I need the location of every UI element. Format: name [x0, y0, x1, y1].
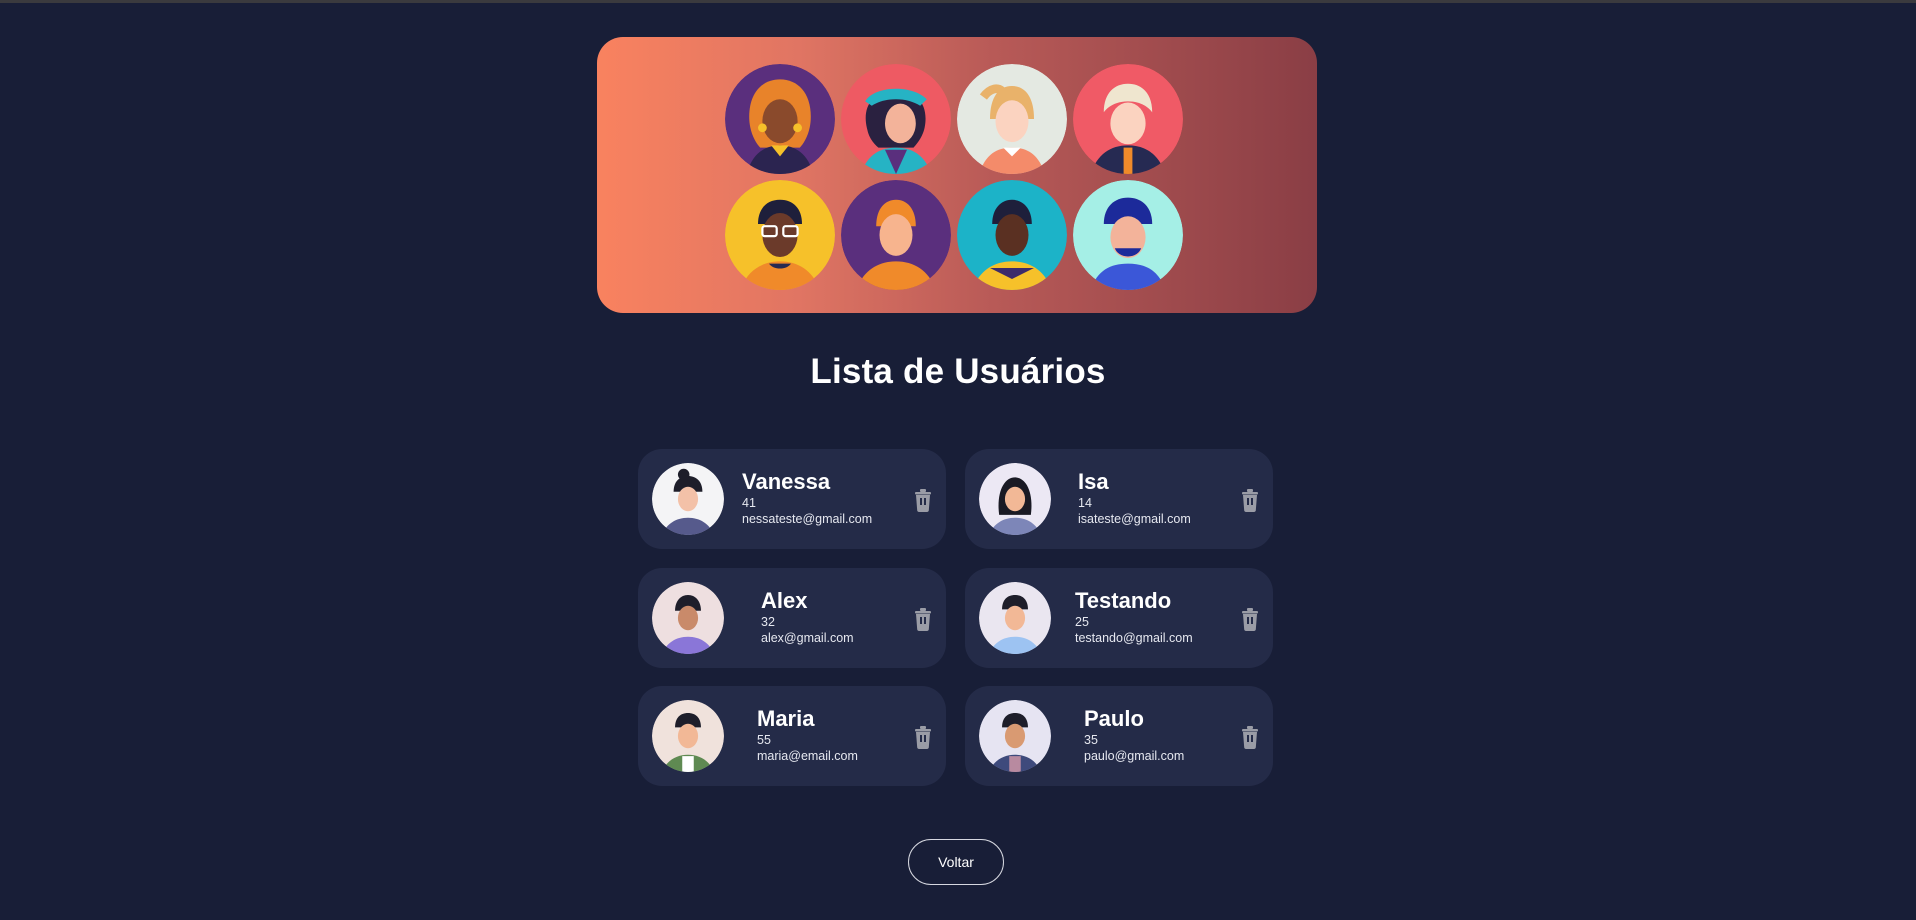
- hero-avatar-grid: [725, 64, 1185, 290]
- user-email: isateste@gmail.com: [1078, 512, 1191, 526]
- user-avatar: [979, 582, 1051, 654]
- user-email: alex@gmail.com: [761, 631, 854, 645]
- user-info: Paulo 35 paulo@gmail.com: [1084, 706, 1184, 764]
- user-age: 32: [761, 615, 775, 629]
- user-card-testando: Testando 25 testando@gmail.com: [965, 568, 1273, 668]
- user-info: Maria 55 maria@email.com: [757, 706, 858, 764]
- trash-icon[interactable]: [1239, 724, 1261, 750]
- back-button[interactable]: Voltar: [908, 839, 1004, 885]
- user-email: nessateste@gmail.com: [742, 512, 873, 526]
- user-avatar: [979, 463, 1051, 535]
- user-card-vanessa: Vanessa 41 nessateste@gmail.com: [638, 449, 946, 549]
- user-name: Vanessa: [742, 469, 831, 494]
- user-card-maria: Maria 55 maria@email.com: [638, 686, 946, 786]
- user-avatar: [652, 463, 724, 535]
- user-card-alex: Alex 32 alex@gmail.com: [638, 568, 946, 668]
- hero-avatar-white-hair-man: [1073, 64, 1183, 174]
- user-avatar: [652, 582, 724, 654]
- hero-avatar-bearded-man: [1073, 180, 1183, 290]
- user-age: 35: [1084, 733, 1098, 747]
- user-name: Isa: [1078, 469, 1109, 494]
- user-name: Maria: [757, 706, 815, 731]
- user-age: 14: [1078, 496, 1092, 510]
- trash-icon[interactable]: [912, 487, 934, 513]
- hero-avatar-hoodie-man: [957, 180, 1067, 290]
- user-email: testando@gmail.com: [1075, 631, 1193, 645]
- hero-avatar-blonde-woman: [957, 64, 1067, 174]
- hero-avatar-glasses-man: [725, 180, 835, 290]
- hero-avatar-cap-woman: [841, 64, 951, 174]
- user-avatar: [652, 700, 724, 772]
- user-card-isa: Isa 14 isateste@gmail.com: [965, 449, 1273, 549]
- user-info: Vanessa 41 nessateste@gmail.com: [742, 469, 872, 527]
- trash-icon[interactable]: [912, 724, 934, 750]
- user-age: 55: [757, 733, 771, 747]
- hero-avatar-curly-hair-woman: [725, 64, 835, 174]
- user-name: Alex: [761, 588, 808, 613]
- trash-icon[interactable]: [1239, 487, 1261, 513]
- hero-avatar-redhead-man: [841, 180, 951, 290]
- user-name: Testando: [1075, 588, 1172, 613]
- user-email: paulo@gmail.com: [1084, 749, 1185, 763]
- page-title: Lista de Usuários: [810, 352, 1106, 391]
- trash-icon[interactable]: [1239, 606, 1261, 632]
- user-name: Paulo: [1084, 706, 1144, 731]
- user-age: 41: [742, 496, 756, 510]
- user-email: maria@email.com: [757, 749, 858, 763]
- browser-top-border: [0, 0, 1916, 3]
- user-card-paulo: Paulo 35 paulo@gmail.com: [965, 686, 1273, 786]
- hero-banner: [597, 37, 1317, 313]
- user-info: Testando 25 testando@gmail.com: [1075, 588, 1193, 646]
- user-info: Alex 32 alex@gmail.com: [761, 588, 854, 646]
- user-avatar: [979, 700, 1051, 772]
- user-age: 25: [1075, 615, 1089, 629]
- trash-icon[interactable]: [912, 606, 934, 632]
- user-info: Isa 14 isateste@gmail.com: [1078, 469, 1191, 527]
